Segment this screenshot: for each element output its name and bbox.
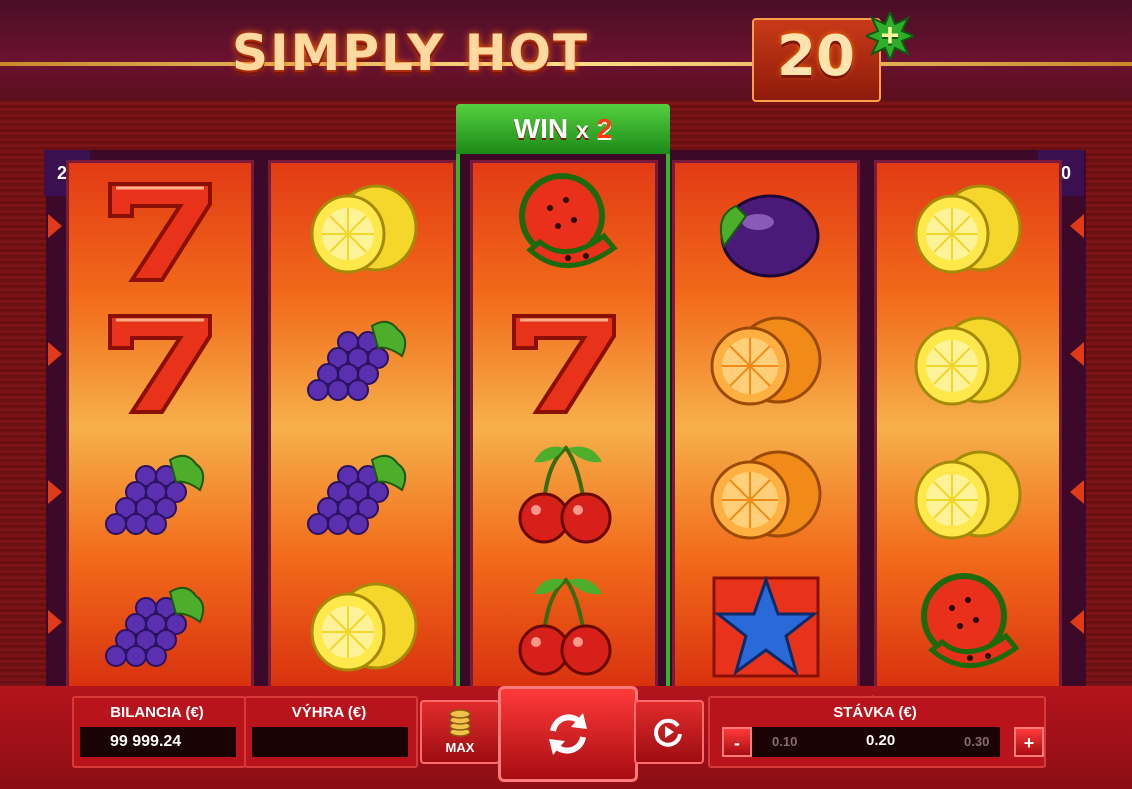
autoplay-icon — [654, 718, 682, 747]
bet-decrease-button[interactable]: - — [722, 727, 752, 757]
payline-marker-left — [48, 480, 62, 504]
bet-option[interactable]: 0.30 — [964, 734, 989, 749]
cherries-icon — [504, 574, 624, 684]
payline-marker-right — [1070, 610, 1084, 634]
watermelon-icon — [506, 172, 626, 282]
grapes-icon — [96, 574, 216, 684]
plum-icon — [706, 176, 826, 286]
seven-icon — [504, 308, 624, 418]
win-label: VÝHRA (€) — [291, 704, 367, 721]
bet-increase-button[interactable]: + — [1014, 727, 1044, 757]
payline-marker-left — [48, 342, 62, 366]
bet-option-selected[interactable]: 0.20 — [866, 732, 895, 749]
payline-marker-right — [1070, 214, 1084, 238]
grapes-icon — [298, 442, 418, 552]
payline-marker-left — [48, 610, 62, 634]
spin-arrows-icon — [549, 713, 587, 755]
spin-button[interactable] — [498, 686, 638, 782]
watermelon-icon — [908, 572, 1028, 682]
orange-icon — [706, 442, 826, 552]
grapes-icon — [96, 442, 216, 552]
lemon-icon — [906, 442, 1026, 552]
lemon-icon — [302, 176, 422, 286]
lemon-icon — [906, 176, 1026, 286]
coin-stack-icon — [449, 709, 471, 737]
bet-option[interactable]: 0.10 — [772, 734, 797, 749]
max-bet-button[interactable]: MAX — [420, 700, 500, 764]
game-title: SIMPLY HOT — [232, 24, 590, 82]
title-20-badge: 20 — [752, 18, 881, 102]
cherries-icon — [504, 442, 624, 552]
balance-label: BILANCIA (€) — [110, 704, 204, 721]
autoplay-button[interactable] — [634, 700, 704, 764]
bet-label: STÁVKA (€) — [833, 704, 917, 721]
title-plus-sign: + — [880, 17, 900, 53]
win-value — [252, 727, 408, 757]
win-multiplier-banner: WIN x 2 — [456, 104, 670, 154]
max-label: MAX — [445, 740, 475, 755]
orange-icon — [706, 308, 826, 418]
payline-marker-right — [1070, 342, 1084, 366]
seven-icon — [100, 308, 220, 418]
lemon-icon — [302, 574, 422, 684]
balance-value: 99 999.24 — [80, 727, 236, 757]
lemon-icon — [906, 308, 1026, 418]
grapes-icon — [298, 308, 418, 418]
payline-marker-right — [1070, 480, 1084, 504]
star-icon — [706, 572, 826, 682]
seven-icon — [100, 176, 220, 286]
payline-marker-left — [48, 214, 62, 238]
